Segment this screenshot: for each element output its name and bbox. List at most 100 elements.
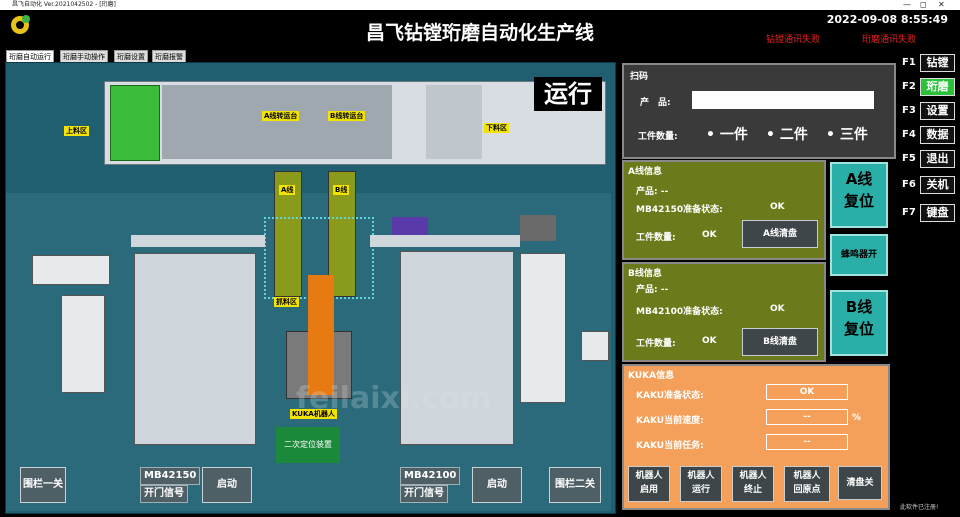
line-b-panel: B线信息 产品: -- MB42100准备状态: OK 工件数量: OK B线清… [622,262,826,362]
gray-station [520,215,556,241]
fkey-keyboard[interactable]: F7 键盘 [902,204,955,222]
option-one[interactable]: • 一件 [706,124,748,144]
fkey-hone[interactable]: F2 珩磨 [902,78,955,96]
line-b-product: 产品: -- [636,285,669,295]
start2-button[interactable]: 启动 [472,467,522,503]
unload-station [426,85,482,159]
label-load: 上料区 [64,126,89,136]
close-icon[interactable]: ✕ [938,0,945,10]
secondary-locator: 二次定位装置 [276,427,340,463]
window-title-bar: 昌飞自动化 Ver.2021042502 - [珩磨] — ◻ ✕ [0,0,960,10]
label-pick: 抓料区 [274,297,299,307]
kuka-task-label: KAKU当前任务: [636,441,704,451]
fkey-data[interactable]: F4 数据 [902,126,955,144]
load-conveyor [110,85,160,161]
label-a-transfer: A线转运台 [262,111,300,121]
kuka-ready-label: KAKU准备状态: [636,391,704,401]
fence1-button[interactable]: 围栏一关 [20,467,66,503]
fkey-label: F4 [902,129,916,140]
product-input[interactable] [692,91,874,109]
minimize-icon[interactable]: — [903,0,911,10]
window-title: 昌飞自动化 Ver.2021042502 - [珩磨] [12,1,116,8]
header: 昌飞钻镗珩磨自动化生产线 2022-09-08 8:55:49 钻镗通讯失败 珩… [0,10,960,45]
reset-b-button[interactable]: B线 复位 [830,290,888,356]
kuka-task-value: -- [766,434,848,450]
fence2-button[interactable]: 围栏二关 [549,467,601,503]
kuka-robot-arm [308,275,334,395]
option-three[interactable]: • 三件 [826,124,868,144]
kuka-speed-label: KAKU当前速度: [636,416,704,426]
fkey-exit[interactable]: F5 退出 [902,150,955,168]
robot-stop-button[interactable]: 机器人 终止 [732,466,774,502]
line-a-count-label: 工件数量: [636,233,676,243]
machine-left-name: MB42150 [140,467,201,485]
line-b-count-label: 工件数量: [636,339,676,349]
label-b-line: B线 [333,185,350,195]
line-a-ready-value: OK [770,202,785,212]
count-label: 工件数量: [638,132,678,142]
line-b-title: B线信息 [628,269,662,279]
line-b-count-value: OK [702,336,717,346]
maximize-icon[interactable]: ◻ [920,0,927,10]
kuka-panel: KUKA信息 KAKU准备状态: OK KAKU当前速度: -- % KAKU当… [622,364,890,510]
robot-enable-button[interactable]: 机器人 启用 [628,466,670,502]
fkey-shutdown[interactable]: F6 关机 [902,176,955,194]
kuka-speed-unit: % [852,413,862,423]
cabinet-left [61,295,105,393]
transfer-stations [162,85,392,159]
fkey-label: F5 [902,153,916,164]
product-label: 产 品: [640,98,671,108]
line-b-clear-button[interactable]: B线清盘 [742,328,818,356]
error-hone: 珩磨通讯失败 [862,35,917,45]
scan-title: 扫码 [630,72,649,82]
line-a-panel: A线信息 产品: -- MB42150准备状态: OK 工件数量: OK A线清… [622,160,826,260]
line-a-count-value: OK [702,230,717,240]
cabinet-right [520,253,566,403]
fkey-button[interactable]: 设置 [920,102,955,120]
line-a-clear-button[interactable]: A线清盘 [742,220,818,248]
line-b-ready-label: MB42100准备状态: [636,307,723,317]
machine-right-name: MB42100 [400,467,461,485]
label-b-transfer: B线转运台 [328,111,366,121]
start1-button[interactable]: 启动 [202,467,252,503]
line-a-title: A线信息 [628,167,662,177]
label-unload: 下料区 [484,123,509,133]
registration-note: 此软件已注册! [900,504,939,511]
fkey-label: F1 [902,57,916,68]
fkey-label: F2 [902,81,916,92]
kuka-title: KUKA信息 [628,371,675,381]
fkey-button[interactable]: 键盘 [920,204,955,222]
fkey-drill[interactable]: F1 钻镗 [902,54,955,72]
watermark: feilaixi.com [296,381,492,416]
cabinet-left-top [32,255,110,285]
fkey-label: F7 [902,207,916,218]
fkey-button[interactable]: 数据 [920,126,955,144]
robot-run-button[interactable]: 机器人 运行 [680,466,722,502]
kuka-ready-value: OK [766,384,848,400]
fkey-button[interactable]: 退出 [920,150,955,168]
rail-right [370,235,520,247]
fkey-label: F3 [902,105,916,116]
fkey-button[interactable]: 关机 [920,176,955,194]
line-a-ready-label: MB42150准备状态: [636,205,723,215]
datetime: 2022-09-08 8:55:49 [826,13,948,26]
cabinet-right-small [581,331,609,361]
line-b-ready-value: OK [770,304,785,314]
fkey-button[interactable]: 珩磨 [920,78,955,96]
fkey-button[interactable]: 钻镗 [920,54,955,72]
robot-home-button[interactable]: 机器人 回原点 [784,466,830,502]
error-drill: 钻镗通讯失败 [766,35,821,45]
scan-panel: 扫码 产 品: 工件数量: • 一件 • 二件 • 三件 [622,63,896,159]
buzzer-button[interactable]: 蜂鸣器开 [830,234,888,276]
door-signal-left: 开门信号 [140,485,188,503]
option-two[interactable]: • 二件 [766,124,808,144]
production-view: 上料区 下料区 A线转运台 B线转运台 运行 A线 B线 抓料区 KUKA机器人… [5,62,616,514]
rail-left [131,235,265,247]
kuka-speed-value: -- [766,409,848,425]
door-signal-right: 开门信号 [400,485,448,503]
fkey-settings[interactable]: F3 设置 [902,102,955,120]
label-a-line: A线 [279,185,296,195]
line-a-product: 产品: -- [636,187,669,197]
reset-a-button[interactable]: A线 复位 [830,162,888,228]
clear-off-button[interactable]: 清盘关 [838,466,882,500]
